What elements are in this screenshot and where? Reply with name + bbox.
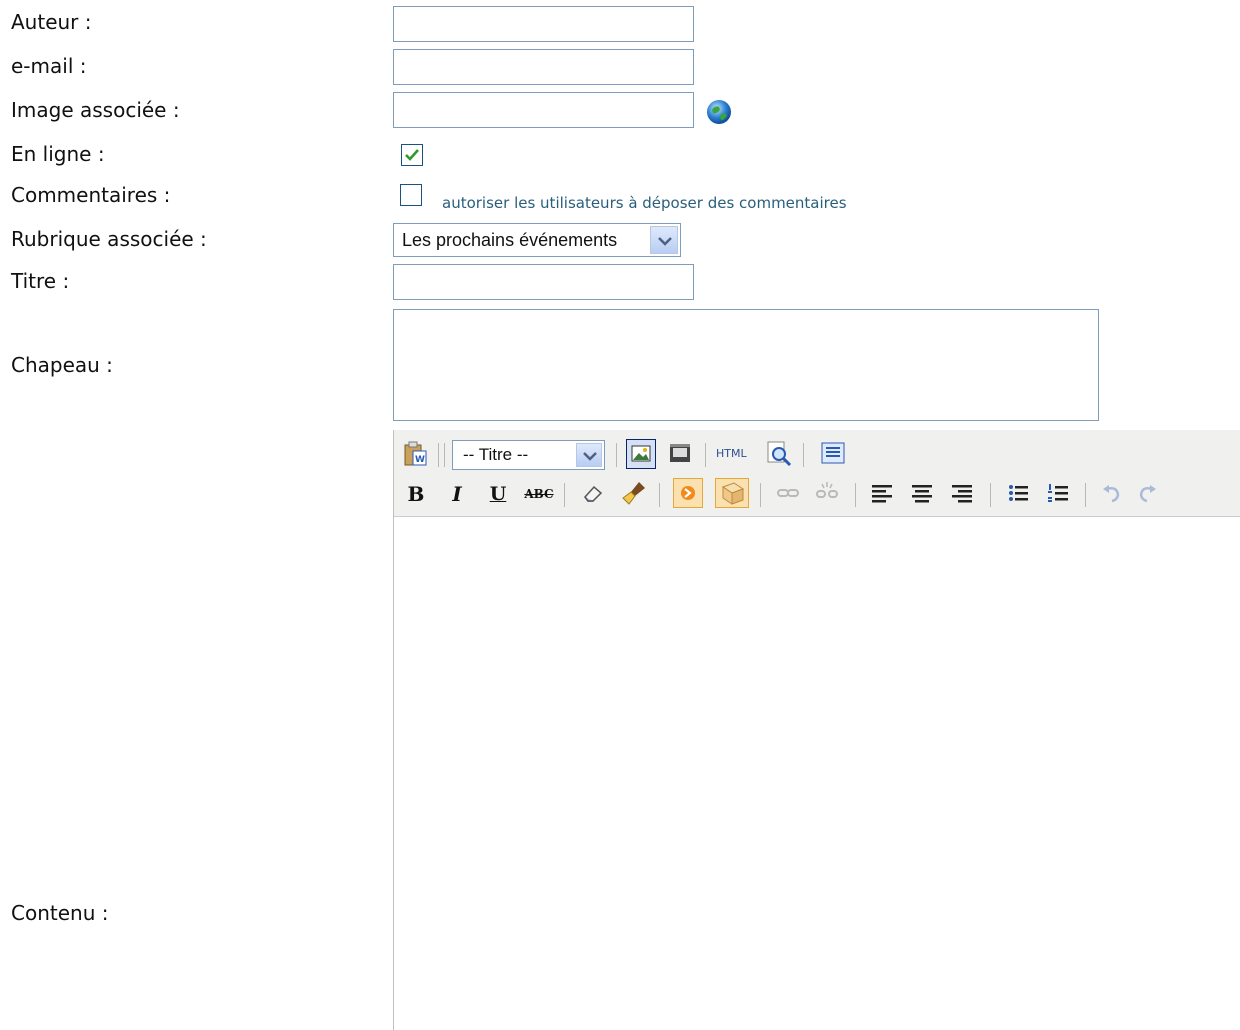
underline-button[interactable]: U bbox=[483, 479, 513, 509]
content-editor: W -- Titre -- HTML B I U ABC bbox=[393, 430, 1240, 1030]
image-input[interactable] bbox=[393, 92, 694, 128]
format-select[interactable]: -- Titre -- bbox=[452, 440, 605, 470]
online-checkbox[interactable] bbox=[401, 144, 423, 166]
preview-icon[interactable] bbox=[764, 438, 794, 468]
lead-label: Chapeau : bbox=[11, 353, 113, 377]
image-icon[interactable] bbox=[626, 439, 656, 469]
box-icon[interactable] bbox=[715, 478, 749, 508]
image-browse-icon[interactable] bbox=[705, 98, 733, 126]
content-label: Contenu : bbox=[11, 901, 109, 925]
category-select[interactable]: Les prochains événements bbox=[393, 223, 681, 257]
chevron-down-icon[interactable] bbox=[576, 443, 602, 467]
check-icon bbox=[405, 149, 419, 161]
italic-button[interactable]: I bbox=[442, 479, 472, 509]
media-icon[interactable] bbox=[666, 439, 696, 469]
html-source-label: HTML bbox=[716, 447, 747, 460]
title-label: Titre : bbox=[11, 269, 70, 293]
numbered-list-icon[interactable] bbox=[1044, 479, 1074, 509]
bullet-list-icon[interactable] bbox=[1004, 479, 1034, 509]
editor-toolbar: W -- Titre -- HTML B I U ABC bbox=[394, 430, 1240, 517]
lead-textarea[interactable] bbox=[393, 309, 1099, 421]
strikethrough-button[interactable]: ABC bbox=[522, 479, 556, 509]
image-label: Image associée : bbox=[11, 98, 180, 122]
comments-label: Commentaires : bbox=[11, 183, 171, 207]
email-input[interactable] bbox=[393, 49, 694, 85]
editor-content-area[interactable] bbox=[394, 517, 1240, 1030]
link-icon[interactable] bbox=[774, 479, 804, 509]
author-input[interactable] bbox=[393, 6, 694, 42]
redo-icon[interactable] bbox=[1133, 479, 1163, 509]
comments-note: autoriser les utilisateurs à déposer des… bbox=[442, 194, 847, 212]
cleanup-brush-icon[interactable] bbox=[619, 478, 649, 508]
undo-icon[interactable] bbox=[1098, 479, 1128, 509]
chevron-down-icon[interactable] bbox=[650, 226, 678, 254]
paste-word-icon[interactable]: W bbox=[400, 439, 430, 469]
html-source-icon[interactable]: HTML bbox=[716, 439, 752, 469]
align-left-icon[interactable] bbox=[868, 479, 898, 509]
comments-checkbox[interactable] bbox=[400, 184, 422, 206]
format-select-value: -- Titre -- bbox=[463, 445, 529, 464]
email-label: e-mail : bbox=[11, 54, 87, 78]
online-label: En ligne : bbox=[11, 142, 105, 166]
category-select-value: Les prochains événements bbox=[402, 230, 618, 250]
svg-text:W: W bbox=[415, 455, 425, 465]
title-input[interactable] bbox=[393, 264, 694, 300]
unlink-icon[interactable] bbox=[813, 479, 843, 509]
bold-button[interactable]: B bbox=[401, 479, 431, 509]
category-label: Rubrique associée : bbox=[11, 227, 207, 251]
align-right-icon[interactable] bbox=[948, 479, 978, 509]
template-icon[interactable] bbox=[819, 439, 849, 469]
author-label: Auteur : bbox=[11, 10, 92, 34]
eraser-icon[interactable] bbox=[579, 479, 609, 509]
align-center-icon[interactable] bbox=[908, 479, 938, 509]
anchor-icon[interactable] bbox=[673, 478, 703, 508]
